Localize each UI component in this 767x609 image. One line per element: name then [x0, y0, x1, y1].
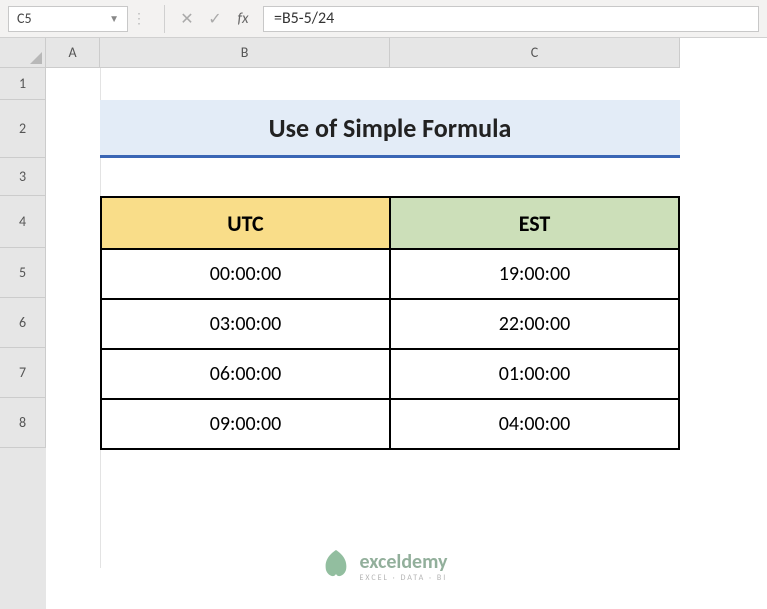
row-header-5[interactable]: 5 — [0, 248, 46, 298]
data-table: UTC EST 00:00:00 19:00:00 03:00:00 22:00… — [100, 196, 680, 450]
row-header-7[interactable]: 7 — [0, 348, 46, 398]
cell-utc[interactable]: 09:00:00 — [101, 399, 390, 449]
chevron-down-icon[interactable]: ▼ — [109, 12, 119, 25]
row-header-1[interactable]: 1 — [0, 68, 46, 100]
cell-est[interactable]: 19:00:00 — [390, 249, 679, 299]
table-header-row: UTC EST — [101, 197, 679, 249]
header-est[interactable]: EST — [390, 197, 679, 249]
cell-est[interactable]: 01:00:00 — [390, 349, 679, 399]
col-header-b[interactable]: B — [100, 38, 390, 68]
header-utc[interactable]: UTC — [101, 197, 390, 249]
watermark: exceldemy EXCEL · DATA · BI — [319, 548, 447, 585]
col-header-c[interactable]: C — [390, 38, 680, 68]
formula-input[interactable]: =B5-5/24 — [263, 6, 759, 32]
cell-utc[interactable]: 03:00:00 — [101, 299, 390, 349]
cell-utc[interactable]: 00:00:00 — [101, 249, 390, 299]
check-icon[interactable]: ✓ — [201, 9, 229, 29]
grid-area: A B C Use of Simple Formula UTC EST 00:0… — [46, 38, 767, 609]
drag-handle-icon[interactable]: ⋮ — [132, 10, 144, 27]
row-header-8[interactable]: 8 — [0, 398, 46, 448]
table-row: 06:00:00 01:00:00 — [101, 349, 679, 399]
watermark-text: exceldemy EXCEL · DATA · BI — [359, 552, 447, 582]
row-headers: 1 2 3 4 5 6 7 8 — [0, 38, 46, 609]
table-row: 09:00:00 04:00:00 — [101, 399, 679, 449]
col-header-a[interactable]: A — [46, 38, 100, 68]
watermark-name: exceldemy — [359, 552, 447, 572]
name-box[interactable]: C5 ▼ — [8, 6, 128, 32]
row-header-2[interactable]: 2 — [0, 100, 46, 158]
page-title[interactable]: Use of Simple Formula — [100, 100, 680, 158]
cell-est[interactable]: 22:00:00 — [390, 299, 679, 349]
table-row: 00:00:00 19:00:00 — [101, 249, 679, 299]
leaf-icon — [319, 548, 351, 585]
fx-icon[interactable]: fx — [229, 10, 257, 28]
name-box-value: C5 — [17, 10, 32, 27]
cell-utc[interactable]: 06:00:00 — [101, 349, 390, 399]
formula-text: =B5-5/24 — [274, 9, 334, 28]
row-header-4[interactable]: 4 — [0, 196, 46, 248]
spreadsheet: 1 2 3 4 5 6 7 8 A B C Use of Simple Form… — [0, 38, 767, 609]
select-all-corner[interactable] — [0, 38, 46, 68]
column-headers: A B C — [46, 38, 767, 68]
formula-bar: C5 ▼ ⋮ ✕ ✓ fx =B5-5/24 — [0, 0, 767, 38]
row-header-3[interactable]: 3 — [0, 158, 46, 196]
watermark-tagline: EXCEL · DATA · BI — [359, 574, 447, 582]
table-row: 03:00:00 22:00:00 — [101, 299, 679, 349]
row-header-6[interactable]: 6 — [0, 298, 46, 348]
cancel-icon[interactable]: ✕ — [173, 9, 201, 29]
cell-est[interactable]: 04:00:00 — [390, 399, 679, 449]
divider — [164, 5, 165, 33]
